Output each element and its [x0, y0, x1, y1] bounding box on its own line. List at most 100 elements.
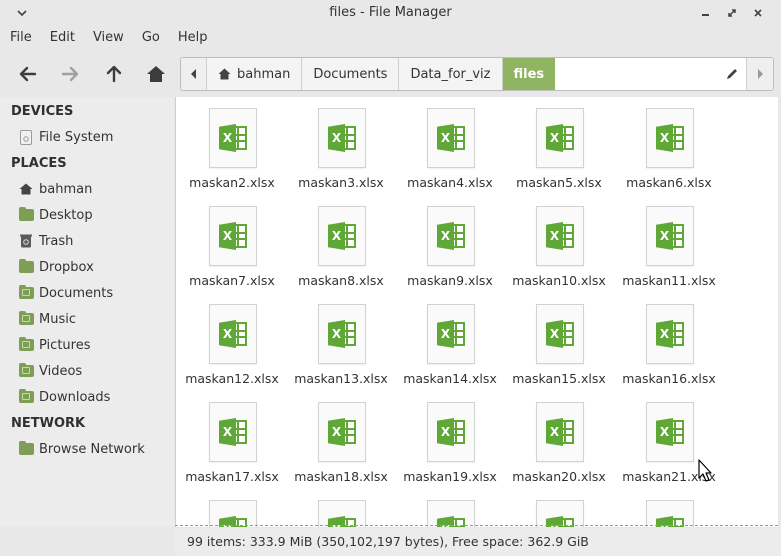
status-bar: 99 items: 333.9 MiB (350,102,197 bytes),…	[175, 528, 781, 556]
minimize-icon[interactable]	[696, 3, 716, 23]
file-item[interactable]: Xmaskan7.xlsx	[182, 195, 282, 288]
file-item[interactable]: X	[509, 489, 609, 527]
xlsx-spreadsheet-icon: X	[536, 108, 584, 168]
file-name: maskan15.xlsx	[512, 371, 606, 386]
file-name: maskan12.xlsx	[185, 371, 279, 386]
home-icon[interactable]	[141, 59, 171, 89]
xlsx-spreadsheet-icon: X	[318, 402, 366, 462]
file-item[interactable]: Xmaskan4.xlsx	[400, 97, 500, 190]
file-item[interactable]: Xmaskan2.xlsx	[182, 97, 282, 190]
forward-arrow-icon[interactable]	[55, 59, 85, 89]
file-name: maskan16.xlsx	[622, 371, 716, 386]
file-item[interactable]: Xmaskan9.xlsx	[400, 195, 500, 288]
xlsx-spreadsheet-icon: X	[427, 500, 475, 527]
file-name: maskan11.xlsx	[622, 273, 716, 288]
sidebar-item-dropbox[interactable]: Dropbox	[18, 255, 168, 279]
crumb-bahman[interactable]: bahman	[207, 58, 303, 90]
file-item[interactable]: Xmaskan19.xlsx	[400, 391, 500, 484]
sidebar-item-trash[interactable]: Trash	[18, 229, 168, 253]
sidebar-item-file-system[interactable]: File System	[18, 125, 168, 149]
file-grid[interactable]: Xmaskan2.xlsx Xmaskan3.xlsx Xmaskan4.xlsx X…	[175, 97, 778, 527]
xlsx-spreadsheet-icon: X	[318, 206, 366, 266]
sidebar-item-label: Downloads	[39, 389, 111, 405]
xlsx-spreadsheet-icon: X	[318, 304, 366, 364]
crumb-label: bahman	[237, 66, 291, 82]
sidebar-item-label: Browse Network	[39, 441, 145, 457]
folder-icon	[18, 259, 34, 275]
file-name: maskan19.xlsx	[403, 469, 497, 484]
menu-edit[interactable]: Edit	[40, 26, 75, 52]
scroll-indicator	[175, 525, 778, 527]
file-item[interactable]: Xmaskan15.xlsx	[509, 293, 609, 386]
file-item[interactable]: Xmaskan11.xlsx	[619, 195, 719, 288]
file-item[interactable]: X	[400, 489, 500, 527]
edit-path-icon[interactable]	[717, 58, 747, 90]
file-item[interactable]: Xmaskan5.xlsx	[509, 97, 609, 190]
window-title: files - File Manager	[329, 5, 452, 20]
music-folder-icon	[18, 311, 34, 327]
restore-icon[interactable]	[722, 3, 742, 23]
title-bar[interactable]: files - File Manager	[0, 0, 781, 26]
sidebar-item-label: Pictures	[39, 337, 91, 353]
xlsx-spreadsheet-icon: X	[427, 206, 475, 266]
sidebar-item-label: File System	[39, 129, 114, 145]
file-item[interactable]: Xmaskan16.xlsx	[619, 293, 719, 386]
xlsx-spreadsheet-icon: X	[209, 206, 257, 266]
sidebar-item-label: Videos	[39, 363, 83, 379]
path-scroll-left-icon[interactable]	[181, 58, 207, 90]
sidebar-item-downloads[interactable]: Downloads	[18, 385, 168, 409]
sidebar-item-pictures[interactable]: Pictures	[18, 333, 168, 357]
file-name: maskan10.xlsx	[512, 273, 606, 288]
file-item[interactable]: X	[619, 489, 719, 527]
crumb-documents[interactable]: Documents	[302, 58, 400, 90]
file-item[interactable]: Xmaskan18.xlsx	[291, 391, 391, 484]
xlsx-spreadsheet-icon: X	[427, 108, 475, 168]
sidebar-item-desktop[interactable]: Desktop	[18, 203, 168, 227]
home-icon	[18, 181, 34, 197]
sidebar-item-documents[interactable]: Documents	[18, 281, 168, 305]
menu-file[interactable]: File	[0, 26, 32, 52]
file-item[interactable]: Xmaskan13.xlsx	[291, 293, 391, 386]
crumb-data-for-viz[interactable]: Data_for_viz	[399, 58, 503, 90]
file-name: maskan6.xlsx	[626, 175, 712, 190]
menu-go[interactable]: Go	[132, 26, 160, 52]
sidebar-item-videos[interactable]: Videos	[18, 359, 168, 383]
file-item[interactable]: Xmaskan17.xlsx	[182, 391, 282, 484]
path-scroll-right-icon[interactable]	[747, 58, 773, 90]
xlsx-spreadsheet-icon: X	[646, 108, 694, 168]
file-item[interactable]: Xmaskan3.xlsx	[291, 97, 391, 190]
xlsx-spreadsheet-icon: X	[536, 304, 584, 364]
sidebar-item-label: Desktop	[39, 207, 93, 223]
xlsx-spreadsheet-icon: X	[318, 108, 366, 168]
file-item[interactable]: Xmaskan8.xlsx	[291, 195, 391, 288]
close-icon[interactable]	[748, 3, 768, 23]
xlsx-spreadsheet-icon: X	[536, 402, 584, 462]
menu-view[interactable]: View	[83, 26, 124, 52]
file-name: maskan7.xlsx	[189, 273, 275, 288]
home-icon	[218, 68, 231, 80]
file-item[interactable]: X	[182, 489, 282, 527]
file-item[interactable]: Xmaskan10.xlsx	[509, 195, 609, 288]
xlsx-spreadsheet-icon: X	[209, 402, 257, 462]
up-arrow-icon[interactable]	[99, 59, 129, 89]
file-name: maskan18.xlsx	[294, 469, 388, 484]
file-item[interactable]: Xmaskan6.xlsx	[619, 97, 719, 190]
xlsx-spreadsheet-icon: X	[646, 500, 694, 527]
file-item[interactable]: Xmaskan20.xlsx	[509, 391, 609, 484]
file-item[interactable]: Xmaskan12.xlsx	[182, 293, 282, 386]
sidebar-item-bahman[interactable]: bahman	[18, 177, 168, 201]
sidebar-item-label: Trash	[39, 233, 74, 249]
crumb-files[interactable]: files	[502, 58, 556, 90]
sidebar-item-browse-network[interactable]: Browse Network	[18, 437, 168, 461]
menu-bar: File Edit View Go Help	[0, 26, 781, 52]
menu-help[interactable]: Help	[168, 26, 208, 52]
file-item[interactable]: X	[291, 489, 391, 527]
sidebar-item-music[interactable]: Music	[18, 307, 168, 331]
back-arrow-icon[interactable]	[13, 59, 43, 89]
mouse-cursor-icon	[698, 459, 712, 482]
file-name: maskan3.xlsx	[298, 175, 384, 190]
sidebar-item-label: Documents	[39, 285, 114, 301]
file-item[interactable]: Xmaskan14.xlsx	[400, 293, 500, 386]
xlsx-spreadsheet-icon: X	[646, 402, 694, 462]
trash-icon	[18, 233, 34, 249]
